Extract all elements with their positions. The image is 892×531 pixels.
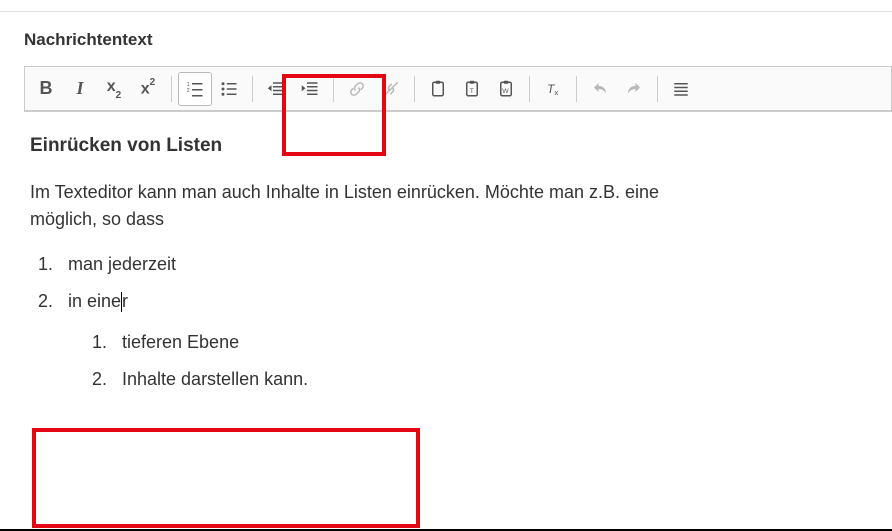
list-item: man jederzeit <box>58 251 886 278</box>
svg-text:T: T <box>470 87 474 94</box>
superscript-label: x2 <box>141 79 155 98</box>
list-item: tieferen Ebene <box>112 329 886 356</box>
separator <box>171 76 172 102</box>
toolbar: B I x2 x2 1 2 <box>24 66 892 111</box>
paragraph-1: Im Texteditor kann man auch Inhalte in L… <box>30 179 886 233</box>
list-item-text: tieferen Ebene <box>122 332 239 352</box>
indent-button[interactable] <box>293 72 327 106</box>
unlink-button[interactable] <box>374 72 408 106</box>
align-button[interactable] <box>664 72 698 106</box>
bold-button[interactable]: B <box>29 78 63 99</box>
separator <box>657 76 658 102</box>
svg-text:x: x <box>555 88 559 97</box>
page-root: Nachrichtentext B I x2 x2 1 2 <box>0 0 892 531</box>
svg-text:1: 1 <box>187 82 190 88</box>
separator <box>576 76 577 102</box>
italic-button[interactable]: I <box>63 78 97 99</box>
subscript-label: x2 <box>107 78 121 98</box>
indent-icon <box>301 80 319 98</box>
ordered-list-level2: tieferen Ebene Inhalte darstellen kann. <box>84 329 886 393</box>
unordered-list-icon <box>220 80 238 98</box>
link-button[interactable] <box>340 72 374 106</box>
list-item-text: in eine <box>68 291 121 311</box>
outdent-icon <box>267 80 285 98</box>
svg-text:2: 2 <box>187 88 190 94</box>
annotation-arrow <box>0 417 892 531</box>
field-label: Nachrichtentext <box>24 30 892 50</box>
list-item: in einer tieferen Ebene Inhalte darstell… <box>58 288 886 393</box>
redo-button[interactable] <box>617 72 651 106</box>
para1-line1: Im Texteditor kann man auch Inhalte in L… <box>30 182 659 202</box>
ordered-list-icon: 1 2 <box>186 80 204 98</box>
top-border <box>0 0 892 12</box>
outdent-button[interactable] <box>259 72 293 106</box>
undo-button[interactable] <box>583 72 617 106</box>
link-icon <box>348 80 366 98</box>
list-item: Inhalte darstellen kann. <box>112 366 886 393</box>
unordered-list-button[interactable] <box>212 72 246 106</box>
align-icon <box>672 80 690 98</box>
paste-text-button[interactable]: T <box>455 72 489 106</box>
separator <box>414 76 415 102</box>
remove-format-button[interactable]: T x <box>536 72 570 106</box>
paste-icon <box>429 80 447 98</box>
unlink-icon <box>382 80 400 98</box>
content-area: Nachrichtentext B I x2 x2 1 2 <box>0 12 892 417</box>
ordered-list-button[interactable]: 1 2 <box>178 72 212 106</box>
highlight-nested-list <box>32 428 420 528</box>
paste-word-icon: W <box>497 80 515 98</box>
ordered-list-level1: man jederzeit in einer tieferen Ebene In… <box>30 251 886 393</box>
undo-icon <box>591 80 609 98</box>
separator <box>529 76 530 102</box>
svg-text:W: W <box>502 87 509 94</box>
para1-line2: möglich, so dass <box>30 209 164 229</box>
superscript-button[interactable]: x2 <box>131 72 165 106</box>
separator <box>252 76 253 102</box>
list-item-text: r <box>122 291 128 311</box>
heading: Einrücken von Listen <box>30 132 886 161</box>
paste-text-icon: T <box>463 80 481 98</box>
redo-icon <box>625 80 643 98</box>
remove-format-icon: T x <box>544 80 562 98</box>
paste-button[interactable] <box>421 72 455 106</box>
editor-content[interactable]: Einrücken von Listen Im Texteditor kann … <box>24 111 892 417</box>
list-item-text: man jederzeit <box>68 254 176 274</box>
separator <box>333 76 334 102</box>
subscript-button[interactable]: x2 <box>97 72 131 106</box>
paste-word-button[interactable]: W <box>489 72 523 106</box>
list-item-text: Inhalte darstellen kann. <box>122 369 308 389</box>
